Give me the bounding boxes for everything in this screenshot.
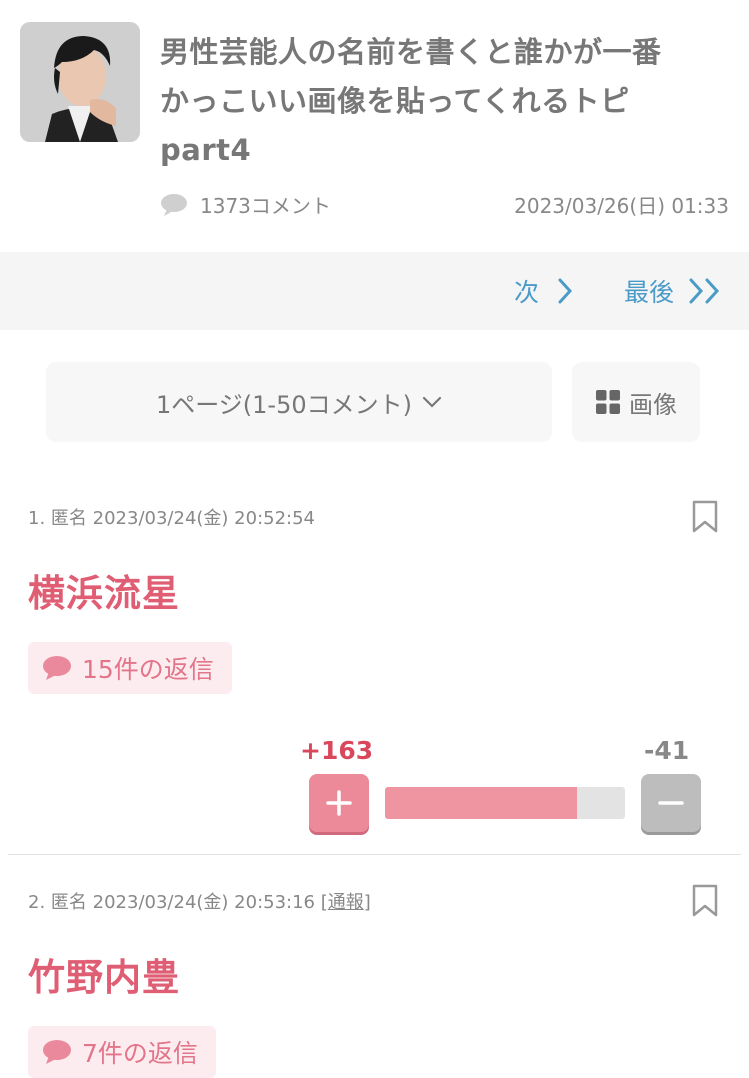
replies-label: 7件の返信 xyxy=(82,1039,198,1068)
plus-vote-button[interactable] xyxy=(309,774,369,832)
comment-body: 横浜流星 xyxy=(28,572,180,615)
image-view-button[interactable]: 画像 xyxy=(572,362,700,442)
comment-author: 匿名 xyxy=(50,508,87,529)
comment-timestamp: 2023/03/24(金) 20:53:16 xyxy=(92,892,316,913)
topic-title-line: かっこいい画像を貼ってくれるトピ xyxy=(160,84,630,118)
comment-divider xyxy=(8,854,741,855)
replies-button[interactable]: 15件の返信 xyxy=(28,642,232,694)
pager-bar: 次 最後 xyxy=(0,252,749,330)
bookmark-icon[interactable] xyxy=(692,884,718,918)
topic-title[interactable]: 男性芸能人の名前を書くと誰かが一番 かっこいい画像を貼ってくれるトピ part4 xyxy=(160,28,730,175)
last-page-link[interactable]: 最後 xyxy=(624,252,724,330)
minus-vote-count: -41 xyxy=(644,736,690,765)
plus-vote-count: +163 xyxy=(300,736,374,765)
grid-icon xyxy=(596,390,620,414)
topic-title-line: part4 xyxy=(160,133,252,167)
topic-date: 2023/03/26(日) 01:33 xyxy=(514,194,729,218)
comment-count-text: 1373コメント xyxy=(200,194,331,218)
topic-header: 男性芸能人の名前を書くと誰かが一番 かっこいい画像を貼ってくれるトピ part4… xyxy=(0,0,749,248)
speech-bubble-icon xyxy=(161,193,187,216)
comment-timestamp: 2023/03/24(金) 20:52:54 xyxy=(92,508,316,529)
vote-ratio-fill xyxy=(385,787,577,819)
chevron-down-icon xyxy=(422,396,442,408)
report-link[interactable]: 通報 xyxy=(328,892,364,913)
comment-author: 匿名 xyxy=(50,892,87,913)
minus-vote-button[interactable] xyxy=(641,774,701,832)
speech-bubble-icon xyxy=(43,1040,71,1064)
page-select-dropdown[interactable]: 1ページ(1-50コメント) xyxy=(46,362,552,442)
image-label: 画像 xyxy=(629,390,677,419)
chevron-right-icon xyxy=(558,278,573,304)
replies-button[interactable]: 7件の返信 xyxy=(28,1026,216,1078)
comment-meta: 1. 匿名 2023/03/24(金) 20:52:54 xyxy=(28,504,315,530)
page-select-label: 1ページ(1-50コメント) xyxy=(156,390,412,419)
comment-number: 1. xyxy=(28,508,46,529)
minus-icon xyxy=(658,801,684,805)
comment-body: 竹野内豊 xyxy=(28,956,180,999)
topic-title-line: 男性芸能人の名前を書くと誰かが一番 xyxy=(160,35,662,69)
double-chevron-right-icon xyxy=(689,278,720,304)
last-label: 最後 xyxy=(624,278,675,307)
vote-ratio-bar xyxy=(385,787,625,819)
bookmark-icon[interactable] xyxy=(692,500,718,534)
next-label: 次 xyxy=(514,278,540,307)
comment-meta: 2. 匿名 2023/03/24(金) 20:53:16 [通報] xyxy=(28,892,371,913)
speech-bubble-icon xyxy=(43,656,71,680)
topic-thumbnail[interactable] xyxy=(20,22,140,142)
next-page-link[interactable]: 次 xyxy=(514,252,573,330)
replies-label: 15件の返信 xyxy=(82,655,214,684)
comment-count: 1373コメント xyxy=(160,190,331,219)
comment-number: 2. xyxy=(28,892,46,913)
plus-icon xyxy=(326,790,352,816)
